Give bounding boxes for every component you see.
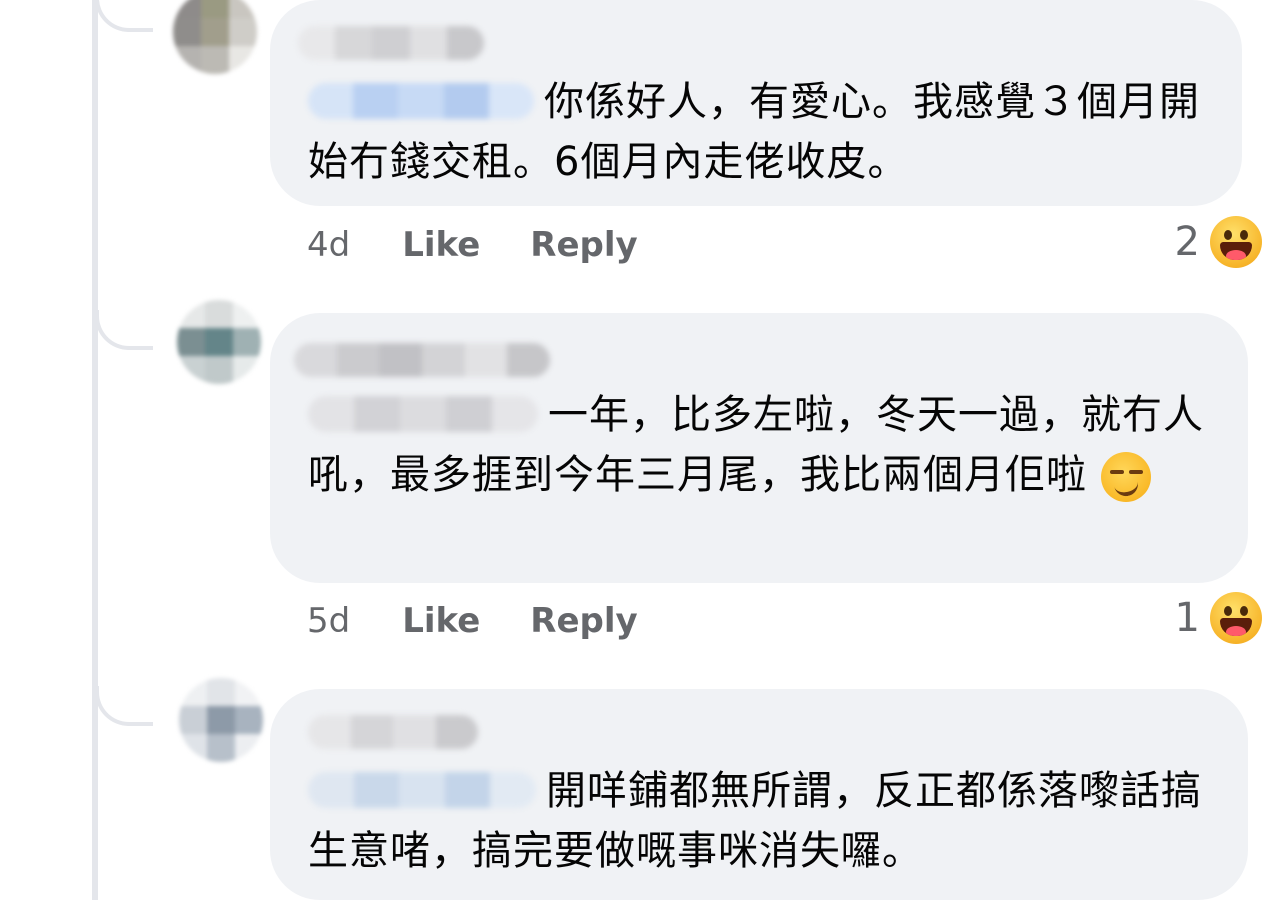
avatar[interactable]	[177, 300, 261, 384]
comment-timestamp[interactable]: 4d	[307, 225, 350, 265]
author-name-redacted[interactable]	[298, 26, 484, 60]
avatar[interactable]	[179, 678, 263, 762]
reply-button[interactable]: Reply	[530, 225, 637, 265]
thread-line	[92, 0, 98, 900]
like-button[interactable]: Like	[402, 601, 480, 641]
reaction-count: 2	[1174, 219, 1200, 265]
comment-actions: 5d Like Reply	[307, 596, 688, 646]
comment-bubble: 你係好人，有愛心。我感覺３個月開始冇錢交租。6個月內走佬收皮。	[270, 0, 1242, 206]
haha-emoji-icon	[1210, 592, 1262, 644]
comment-bubble: 開咩鋪都無所謂，反正都係落嚟話搞生意啫，搞完要做嘅事咪消失囉。	[270, 689, 1248, 900]
comment-bubble: 一年，比多左啦，冬天一過，就冇人吼，最多捱到今年三月尾，我比兩個月佢啦	[270, 313, 1248, 583]
avatar[interactable]	[173, 0, 257, 74]
comment-text: 一年，比多左啦，冬天一過，就冇人吼，最多捱到今年三月尾，我比兩個月佢啦	[308, 385, 1214, 505]
comment-actions: 4d Like Reply	[307, 220, 688, 270]
haha-emoji-icon	[1210, 216, 1262, 268]
reply-button[interactable]: Reply	[530, 601, 637, 641]
like-button[interactable]: Like	[402, 225, 480, 265]
mention-tag-redacted[interactable]	[308, 396, 538, 432]
comment-text: 開咩鋪都無所謂，反正都係落嚟話搞生意啫，搞完要做嘅事咪消失囉。	[308, 761, 1214, 881]
reaction-summary[interactable]: 1	[1175, 592, 1262, 644]
reply-connector	[95, 0, 153, 32]
author-name-redacted[interactable]	[294, 343, 550, 377]
smirking-face-icon	[1100, 452, 1151, 502]
comment-timestamp[interactable]: 5d	[307, 601, 350, 641]
mention-tag-redacted[interactable]	[308, 772, 536, 808]
reply-connector	[95, 310, 153, 350]
comment-text: 你係好人，有愛心。我感覺３個月開始冇錢交租。6個月內走佬收皮。	[308, 72, 1208, 192]
reaction-summary[interactable]: 2	[1175, 216, 1262, 268]
reaction-count: 1	[1174, 595, 1200, 641]
mention-tag-redacted[interactable]	[308, 83, 534, 119]
reply-connector	[95, 686, 153, 726]
author-name-redacted[interactable]	[308, 715, 478, 749]
